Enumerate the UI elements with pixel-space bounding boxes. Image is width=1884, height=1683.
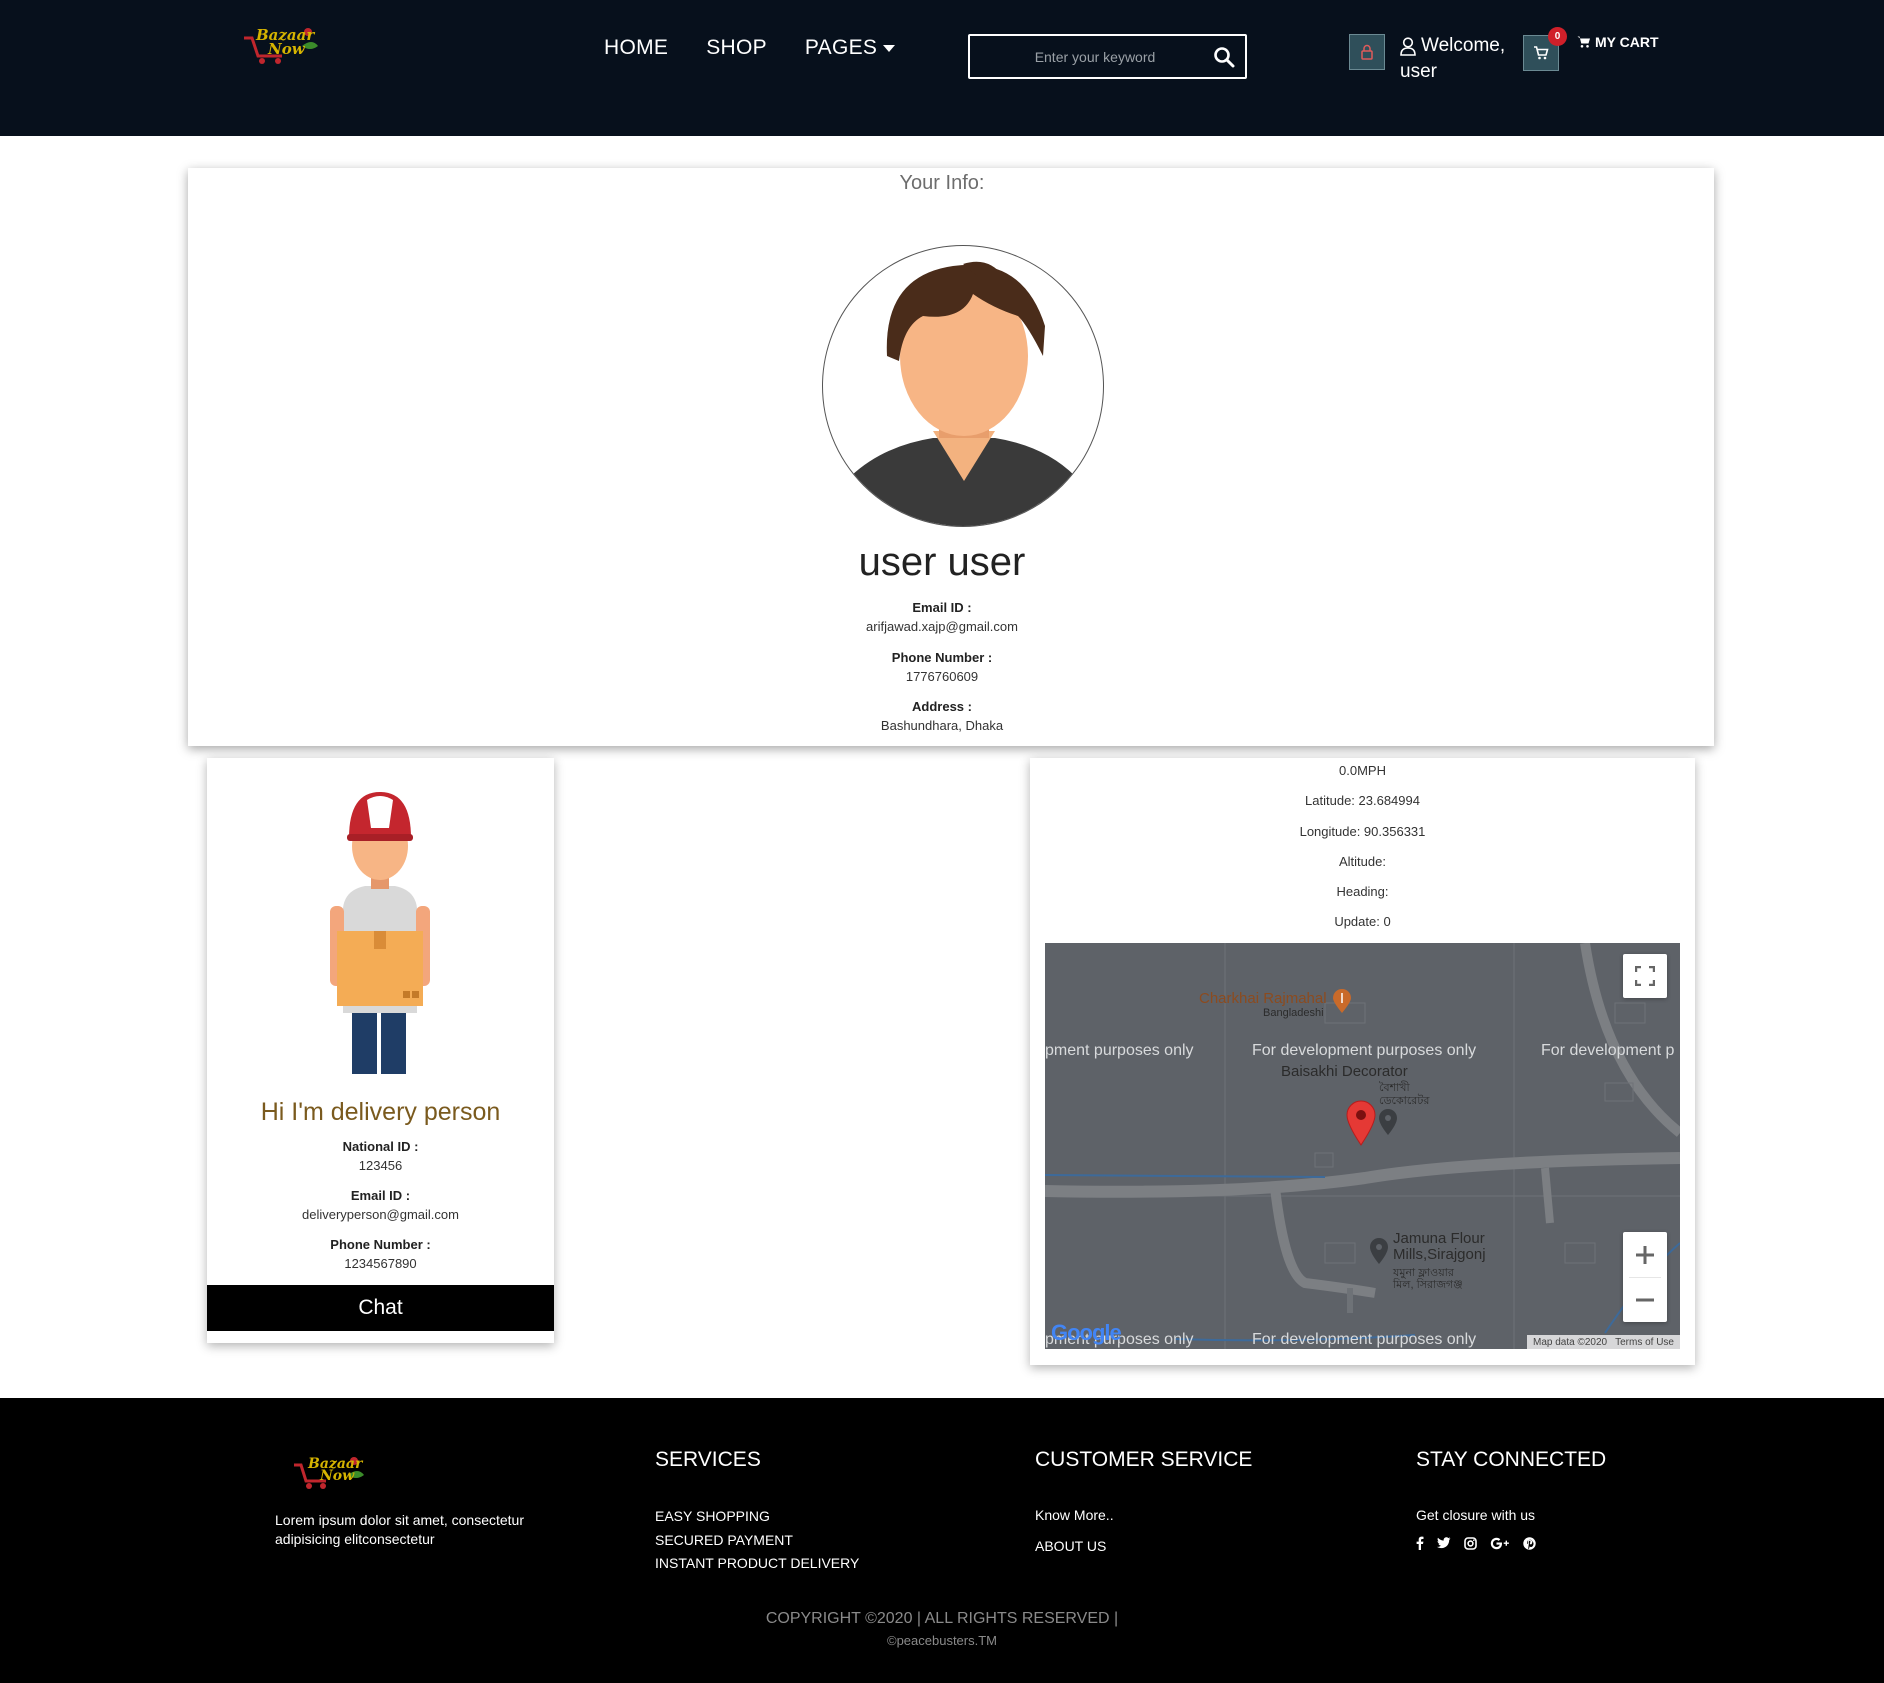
cart-icon	[1534, 46, 1549, 60]
lock-icon	[1361, 44, 1373, 60]
social-links	[1416, 1536, 1536, 1550]
national-id-value: 123456	[358, 1158, 403, 1173]
services-heading: SERVICES	[655, 1448, 761, 1471]
longitude-readout: Longitude: 90.356331	[1299, 824, 1426, 839]
poi-baisakhi-decorator[interactable]: Baisakhi Decorator	[1281, 1064, 1408, 1080]
national-id-label: National ID :	[342, 1139, 419, 1154]
delivery-phone-value: 1234567890	[344, 1256, 417, 1271]
google-logo-text: Google	[1051, 1320, 1122, 1345]
zoom-controls	[1623, 1232, 1667, 1322]
main-nav: HOME SHOP PAGES	[604, 36, 896, 60]
footer-logo-now: Now	[320, 1468, 355, 1484]
user-full-name: user user	[858, 540, 1026, 584]
copyright-sub-text: ©peacebusters.TM	[886, 1633, 997, 1648]
footer-about-line2: adipisicing elitconsectetur	[275, 1531, 435, 1547]
service-secured-payment[interactable]: SECURED PAYMENT	[655, 1532, 793, 1548]
nav-shop[interactable]: SHOP	[706, 36, 767, 60]
service-easy-shopping[interactable]: EASY SHOPPING	[655, 1508, 770, 1524]
google-plus-icon[interactable]	[1490, 1537, 1510, 1550]
pinterest-icon[interactable]	[1523, 1536, 1536, 1550]
search-icon[interactable]	[1213, 46, 1235, 68]
nav-home-label: HOME	[604, 36, 669, 59]
copyright-text: COPYRIGHT ©2020 | ALL RIGHTS RESERVED |	[765, 1610, 1119, 1627]
cart-count-badge: 0	[1548, 27, 1567, 46]
user-avatar	[822, 245, 1104, 527]
delivery-person-illustration	[330, 792, 430, 1074]
welcome-username: user	[1400, 61, 1437, 82]
phone-value: 1776760609	[905, 669, 979, 684]
my-cart-link[interactable]: MY CART	[1577, 34, 1659, 50]
address-value: Bashundhara, Dhaka	[880, 718, 1004, 733]
search-input[interactable]	[990, 36, 1200, 77]
chat-button[interactable]: Chat	[207, 1285, 554, 1331]
my-cart-label: MY CART	[1595, 34, 1659, 50]
minus-icon	[1636, 1298, 1654, 1302]
poi-jamuna-line2[interactable]: Mills,Sirajgonj	[1393, 1247, 1486, 1263]
google-logo[interactable]: Google	[1051, 1320, 1122, 1346]
site-header: Bazaar Now HOME SHOP PAGES Welcome, user	[0, 0, 1884, 136]
facebook-icon[interactable]	[1416, 1536, 1424, 1550]
stay-connected-text: Get closure with us	[1416, 1507, 1536, 1523]
dev-watermark-right: For development p	[1541, 1042, 1675, 1059]
address-label: Address :	[912, 699, 972, 714]
zoom-out-button[interactable]	[1623, 1278, 1667, 1322]
delivery-email-value: deliveryperson@gmail.com	[302, 1207, 459, 1222]
fullscreen-icon	[1635, 966, 1655, 986]
caret-down-icon	[883, 44, 896, 52]
cart-icon	[1577, 36, 1590, 48]
nav-pages-dropdown[interactable]: PAGES	[804, 36, 896, 60]
email-label: Email ID :	[912, 600, 972, 615]
poi-charkhai-rajmahal[interactable]: Charkhai Rajmahal	[1199, 991, 1327, 1007]
about-us-link[interactable]: ABOUT US	[1035, 1538, 1106, 1554]
dev-watermark-bottom-center: For development purposes only	[1252, 1331, 1477, 1348]
google-map[interactable]: pment purposes only For development purp…	[1045, 943, 1680, 1349]
map-roads	[1045, 943, 1680, 1349]
delivery-email-label: Email ID :	[350, 1188, 411, 1203]
heading-readout: Heading:	[1336, 884, 1389, 899]
welcome-user[interactable]: Welcome, user	[1400, 33, 1505, 85]
customer-service-heading: CUSTOMER SERVICE	[1035, 1448, 1253, 1471]
user-avatar-illustration	[851, 261, 1075, 526]
twitter-icon[interactable]	[1437, 1537, 1451, 1549]
service-instant-delivery[interactable]: INSTANT PRODUCT DELIVERY	[655, 1555, 859, 1571]
poi-charkhai-sub: Bangladeshi	[1263, 1007, 1324, 1019]
plus-icon	[1636, 1245, 1654, 1264]
nav-home[interactable]: HOME	[604, 36, 668, 60]
delivery-phone-label: Phone Number :	[330, 1237, 431, 1252]
bazaar-now-logo[interactable]: Bazaar Now	[242, 24, 322, 66]
latitude-readout: Latitude: 23.684994	[1305, 793, 1420, 808]
phone-label: Phone Number :	[891, 650, 993, 665]
altitude-readout: Altitude:	[1339, 854, 1386, 869]
logo-text-now: Now	[268, 40, 305, 58]
zoom-in-button[interactable]	[1623, 1232, 1667, 1277]
restaurant-pin-icon[interactable]	[1331, 988, 1353, 1014]
speed-readout: 0.0MPH	[1339, 763, 1386, 778]
fullscreen-button[interactable]	[1623, 954, 1667, 998]
nav-pages-label: PAGES	[804, 36, 878, 59]
stay-connected-heading: STAY CONNECTED	[1416, 1448, 1607, 1471]
place-pin-icon[interactable]	[1377, 1108, 1399, 1136]
info-title: Your Info:	[899, 172, 985, 194]
instagram-icon[interactable]	[1464, 1536, 1477, 1550]
user-icon	[1400, 36, 1416, 56]
dev-watermark-center: For development purposes only	[1252, 1042, 1477, 1059]
poi-jamuna-line1[interactable]: Jamuna Flour	[1393, 1231, 1485, 1247]
footer-logo[interactable]: Bazaar Now	[292, 1455, 372, 1491]
welcome-label: Welcome,	[1421, 35, 1506, 56]
search-box	[968, 34, 1247, 79]
terms-of-use-link[interactable]: Terms of Use	[1615, 1337, 1674, 1348]
current-location-marker-icon[interactable]	[1345, 1100, 1377, 1146]
update-readout: Update: 0	[1334, 914, 1391, 929]
place-pin-icon[interactable]	[1368, 1237, 1390, 1265]
login-button[interactable]	[1349, 34, 1385, 70]
know-more-link[interactable]: Know More..	[1035, 1507, 1114, 1523]
email-value: arifjawad.xajp@gmail.com	[866, 619, 1018, 634]
delivery-greeting: Hi I'm delivery person	[260, 1098, 501, 1126]
footer-about-line1: Lorem ipsum dolor sit amet, consectetur	[275, 1512, 524, 1528]
map-data-label: Map data ©2020	[1533, 1336, 1608, 1348]
dev-watermark-left: pment purposes only	[1045, 1042, 1194, 1059]
poi-jamuna-sub-2: মিল, সিরাজগঞ্জ	[1393, 1279, 1463, 1291]
nav-shop-label: SHOP	[706, 36, 767, 59]
map-attribution: Map data ©2020 Terms of Use	[1527, 1335, 1680, 1349]
